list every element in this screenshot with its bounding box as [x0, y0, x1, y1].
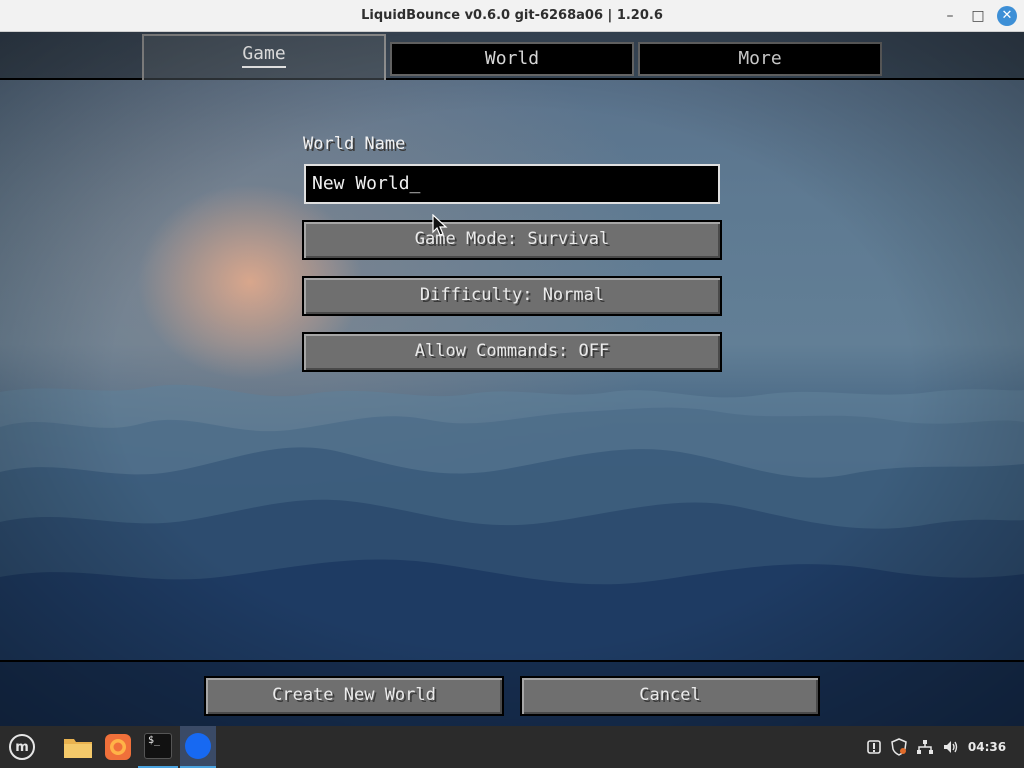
- firefox-icon: [105, 734, 131, 760]
- game-viewport: Game World More World Name New World_ Ga…: [0, 32, 1024, 726]
- files-launcher[interactable]: [60, 726, 96, 768]
- close-icon[interactable]: ✕: [997, 6, 1017, 26]
- maximize-icon[interactable]: □: [968, 6, 988, 26]
- firefox-launcher[interactable]: [100, 726, 136, 768]
- allow-commands-button[interactable]: Allow Commands: OFF: [302, 332, 722, 372]
- window-titlebar: LiquidBounce v0.6.0 git-6268a06 | 1.20.6…: [0, 0, 1024, 32]
- taskbar: m $_ 04:36: [0, 726, 1024, 768]
- mint-logo-icon: m: [9, 734, 35, 760]
- cancel-button[interactable]: Cancel: [520, 676, 820, 716]
- action-bar: [0, 660, 1024, 726]
- mountain-background: [0, 384, 1024, 726]
- world-name-input[interactable]: New World_: [304, 164, 720, 204]
- volume-icon[interactable]: [940, 726, 962, 768]
- tab-more[interactable]: More: [638, 42, 882, 76]
- clock[interactable]: 04:36: [966, 726, 1008, 768]
- minimize-icon[interactable]: –: [940, 6, 960, 26]
- window-title: LiquidBounce v0.6.0 git-6268a06 | 1.20.6: [361, 8, 663, 23]
- tab-game[interactable]: Game: [142, 34, 386, 80]
- mouse-pointer-icon: [432, 214, 448, 236]
- tab-world[interactable]: World: [390, 42, 634, 76]
- folder-icon: [64, 739, 92, 758]
- create-new-world-button[interactable]: Create New World: [204, 676, 504, 716]
- tab-game-label: Game: [242, 42, 286, 68]
- game-mode-button[interactable]: Game Mode: Survival: [302, 220, 722, 260]
- shield-icon[interactable]: [888, 726, 910, 768]
- difficulty-button[interactable]: Difficulty: Normal: [302, 276, 722, 316]
- network-icon[interactable]: [914, 726, 936, 768]
- terminal-icon: $_: [144, 733, 172, 759]
- liquidbounce-icon: [185, 733, 211, 759]
- world-name-label: World Name: [303, 134, 406, 154]
- start-menu-button[interactable]: m: [6, 726, 38, 768]
- update-manager-icon[interactable]: [864, 726, 884, 768]
- liquidbounce-window-button[interactable]: [180, 726, 216, 768]
- terminal-launcher[interactable]: $_: [138, 726, 178, 768]
